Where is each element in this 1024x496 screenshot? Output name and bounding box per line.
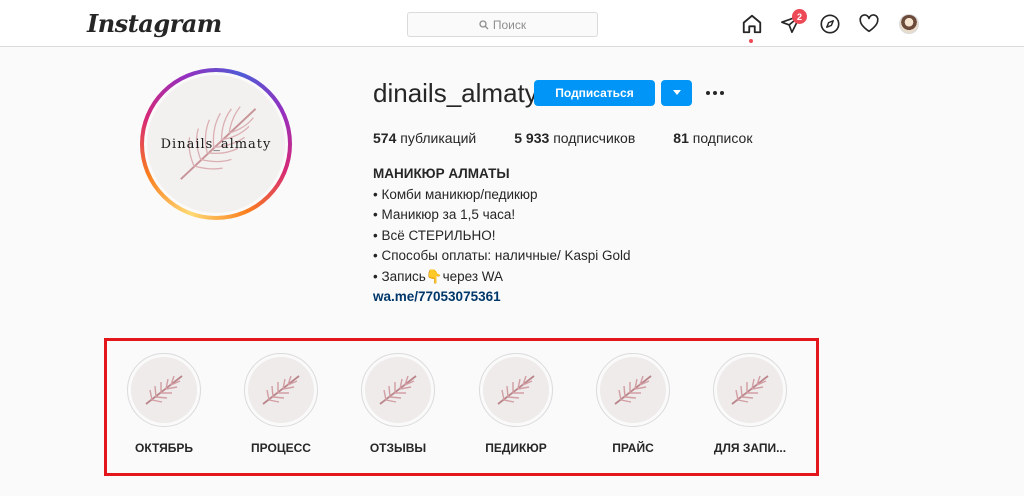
highlight-cover xyxy=(479,353,553,427)
search-icon xyxy=(479,19,489,29)
feather-icon xyxy=(614,375,652,405)
highlight-item[interactable]: ПЕДИКЮР xyxy=(466,353,566,455)
highlight-cover xyxy=(127,353,201,427)
active-indicator xyxy=(749,39,753,43)
highlight-item[interactable]: ПРАЙС xyxy=(583,353,683,455)
highlight-cover xyxy=(361,353,435,427)
bio-line: • Маникюр за 1,5 часа! xyxy=(373,207,516,222)
highlight-label: ДЛЯ ЗАПИ... xyxy=(713,441,787,455)
highlight-label: ПРОЦЕСС xyxy=(251,441,311,455)
avatar-text: Dinails_almaty xyxy=(160,136,272,152)
username: dinails_almaty xyxy=(373,78,538,108)
search-placeholder: Поиск xyxy=(492,17,527,32)
heart-icon[interactable] xyxy=(857,12,881,36)
highlight-cover xyxy=(244,353,318,427)
instagram-logo[interactable]: Instagram xyxy=(87,9,222,38)
feather-icon xyxy=(262,375,300,405)
bio-line: • Комби маникюр/педикюр xyxy=(373,186,538,202)
feather-icon xyxy=(379,375,417,405)
profile-picture[interactable]: Dinails_almaty xyxy=(140,68,292,220)
highlight-cover xyxy=(713,353,787,427)
stat-followers[interactable]: 5 933 подписчиков xyxy=(514,130,635,146)
highlight-item[interactable]: ДЛЯ ЗАПИ... xyxy=(700,353,800,455)
bio-line: • Всё СТЕРИЛЬНО! xyxy=(373,227,496,243)
bio-line: • Запись👇через WA xyxy=(373,268,504,284)
bio-line: • Способы оплаты: наличные/ Kaspi Gold xyxy=(373,248,631,263)
highlight-item[interactable]: ПРОЦЕСС xyxy=(231,353,331,455)
chevron-down-icon xyxy=(672,90,681,95)
highlight-label: ПЕДИКЮР xyxy=(485,441,547,455)
highlight-item[interactable]: ОКТЯБРЬ xyxy=(114,353,214,455)
top-navigation: Instagram Поиск 2 xyxy=(0,0,1024,47)
profile-avatar[interactable] xyxy=(899,14,919,34)
feather-icon xyxy=(145,375,183,405)
profile-bio: МАНИКЮР АЛМАТЫ • Комби маникюр/педикюр •… xyxy=(373,164,631,308)
search-input[interactable]: Поиск xyxy=(407,12,598,37)
highlight-label: ОКТЯБРЬ xyxy=(134,441,193,455)
home-icon[interactable] xyxy=(740,12,764,36)
stat-posts: 574 публикаций xyxy=(373,130,477,146)
highlight-label: ОТЗЫВЫ xyxy=(369,441,427,455)
highlight-item[interactable]: ОТЗЫВЫ xyxy=(348,353,448,455)
more-options-button[interactable] xyxy=(703,82,727,104)
bio-name: МАНИКЮР АЛМАТЫ xyxy=(373,166,510,181)
profile-stats: 574 публикаций 5 933 подписчиков 81 подп… xyxy=(373,130,790,146)
feather-icon xyxy=(497,375,535,405)
highlight-label: ПРАЙС xyxy=(612,441,654,455)
follow-button[interactable]: Подписаться xyxy=(534,80,655,106)
suggestions-dropdown-button[interactable] xyxy=(661,80,692,106)
notification-badge: 2 xyxy=(792,9,807,24)
highlight-cover xyxy=(596,353,670,427)
explore-icon[interactable] xyxy=(818,12,842,36)
feather-icon xyxy=(731,375,769,405)
stat-following[interactable]: 81 подписок xyxy=(673,130,752,146)
bio-link[interactable]: wa.me/77053075361 xyxy=(373,287,631,308)
